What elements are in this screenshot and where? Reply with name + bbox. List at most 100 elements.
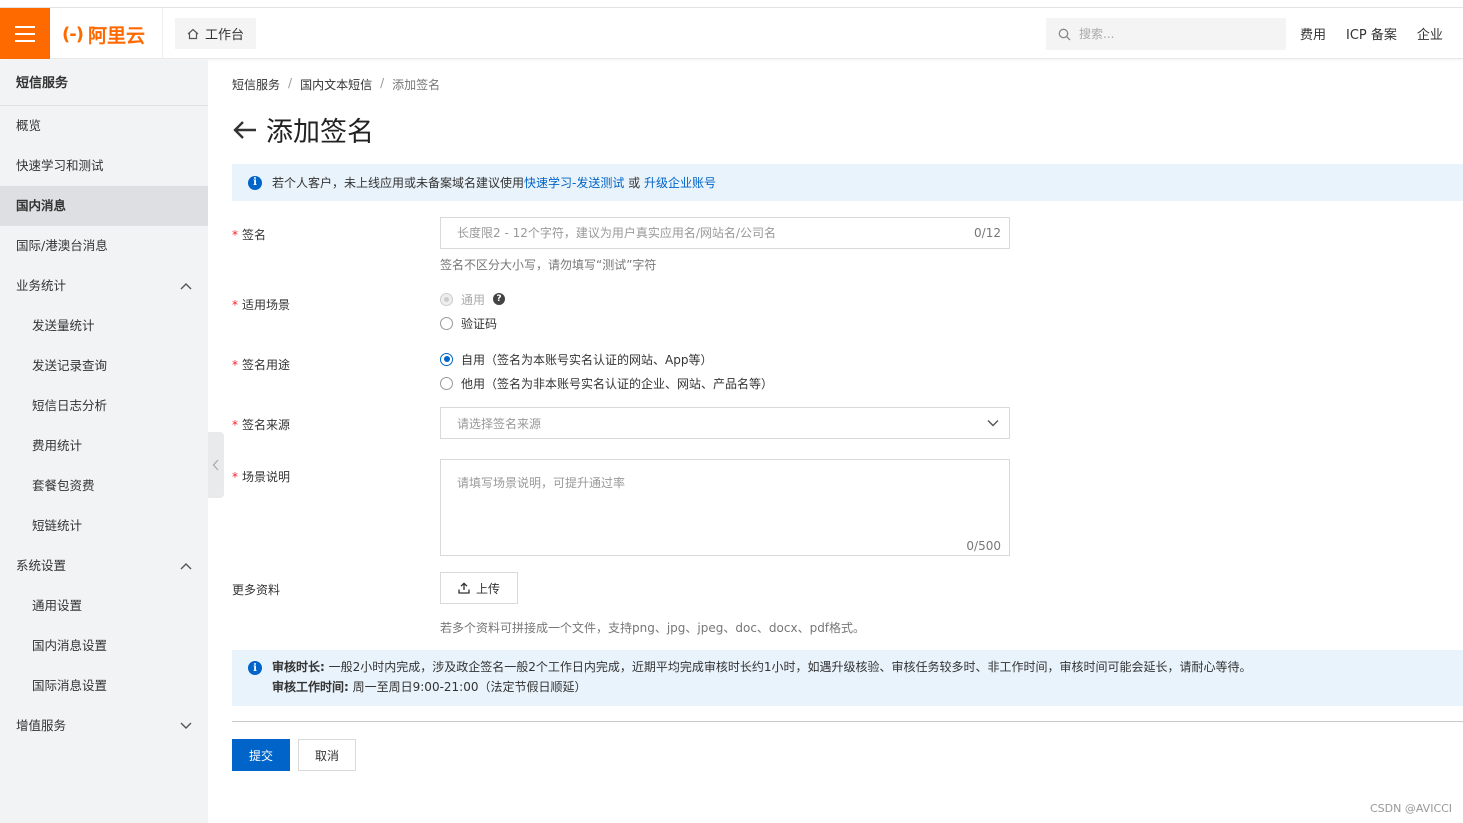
scene-desc-field: 0/500 <box>440 459 1010 556</box>
breadcrumb-separator: / <box>288 76 293 90</box>
required-mark: * <box>232 358 238 372</box>
source-label: * 签名来源 <box>232 416 290 433</box>
scene-desc-label-text: 场景说明 <box>242 470 291 484</box>
notice-or: 或 <box>624 176 644 190</box>
purpose-option-label: 他用（签名为非本账号实名认证的企业、网站、产品名等） <box>461 376 774 391</box>
scene-option-verify[interactable]: 验证码 <box>440 313 505 333</box>
signature-input[interactable] <box>457 226 975 240</box>
sidebar-item-overview[interactable]: 概览 <box>0 106 208 146</box>
sidebar-item-log-analysis[interactable]: 短信日志分析 <box>0 386 208 426</box>
sidebar-group-statistics[interactable]: 业务统计 <box>0 266 208 306</box>
radio-other-use[interactable] <box>440 376 453 390</box>
header-link-icp[interactable]: ICP 备案 <box>1346 24 1397 43</box>
search-box[interactable] <box>1046 18 1286 50</box>
sidebar-item-domestic[interactable]: 国内消息 <box>0 186 208 226</box>
source-field: 请选择签名来源 <box>440 407 1010 439</box>
sidebar-item-label: 短链统计 <box>32 518 83 533</box>
purpose-radio-group: 自用（签名为本账号实名认证的网站、App等） 他用（签名为非本账号实名认证的企业… <box>440 349 773 393</box>
aliyun-logo[interactable]: (-) 阿里云 <box>62 21 145 47</box>
scene-label: * 适用场景 <box>232 296 290 313</box>
workbench-label: 工作台 <box>204 28 244 43</box>
radio-general <box>440 292 453 306</box>
sidebar-collapse-handle[interactable] <box>208 432 224 498</box>
upload-label: 上传 <box>475 581 500 596</box>
sidebar-group-value-added[interactable]: 增值服务 <box>0 706 208 746</box>
chevron-left-icon <box>212 459 219 471</box>
sidebar-item-domestic-settings[interactable]: 国内消息设置 <box>0 626 208 666</box>
hamburger-menu-icon[interactable] <box>0 8 50 59</box>
header-links: 费用 ICP 备案 企业 <box>1300 8 1443 59</box>
more-label-text: 更多资料 <box>232 583 281 597</box>
sidebar-item-send-volume[interactable]: 发送量统计 <box>0 306 208 346</box>
sidebar-item-label: 费用统计 <box>32 438 83 453</box>
radio-verify-code[interactable] <box>440 316 453 330</box>
more-label: 更多资料 <box>232 581 280 598</box>
scene-desc-textarea[interactable] <box>441 460 1009 555</box>
page-title: 添加签名 <box>266 117 374 148</box>
info-icon: i <box>248 175 262 190</box>
back-arrow-icon[interactable] <box>232 119 258 141</box>
radio-self-use[interactable] <box>440 352 453 366</box>
sidebar-item-packages[interactable]: 套餐包资费 <box>0 466 208 506</box>
signature-label-text: 签名 <box>242 228 267 242</box>
upload-hint: 若多个资料可拼接成一个文件，支持png、jpg、jpeg、doc、docx、pd… <box>440 621 866 635</box>
purpose-option-label: 自用（签名为本账号实名认证的网站、App等） <box>461 352 713 367</box>
sidebar-item-label: 国内消息设置 <box>32 638 108 653</box>
review-duration-title: 审核时长: <box>272 660 325 674</box>
sidebar-item-send-records[interactable]: 发送记录查询 <box>0 346 208 386</box>
upgrade-enterprise-link[interactable]: 升级企业账号 <box>644 174 716 191</box>
purpose-option-other[interactable]: 他用（签名为非本账号实名认证的企业、网站、产品名等） <box>440 373 773 393</box>
review-hours-line: 审核工作时间: 周一至周日9:00-21:00（法定节假日顺延） <box>272 680 1252 694</box>
info-icon: i <box>248 661 262 675</box>
sidebar-item-label: 快速学习和测试 <box>16 158 104 173</box>
browser-top-strip <box>0 0 1463 8</box>
search-input[interactable] <box>1079 27 1259 41</box>
header-link-fees[interactable]: 费用 <box>1300 24 1326 43</box>
quick-learn-link[interactable]: 快速学习-发送测试 <box>524 174 624 191</box>
sidebar-item-label: 发送量统计 <box>32 318 95 333</box>
purpose-option-self[interactable]: 自用（签名为本账号实名认证的网站、App等） <box>440 349 773 369</box>
sidebar-item-label: 业务统计 <box>16 278 67 293</box>
sidebar-item-international-settings[interactable]: 国际消息设置 <box>0 666 208 706</box>
review-notice-lines: 审核时长: 一般2小时内完成，涉及政企签名一般2个工作日内完成，近期平均完成审核… <box>272 660 1252 694</box>
top-header: (-) 阿里云 工作台 费用 ICP 备案 企业 <box>0 8 1463 59</box>
search-icon <box>1058 28 1071 40</box>
signature-counter: 0/12 <box>974 226 1001 240</box>
sidebar-item-shortlink-stats[interactable]: 短链统计 <box>0 506 208 546</box>
breadcrumb-item[interactable]: 国内文本短信 <box>300 76 372 93</box>
review-duration-line: 审核时长: 一般2小时内完成，涉及政企签名一般2个工作日内完成，近期平均完成审核… <box>272 660 1252 674</box>
required-mark: * <box>232 418 238 432</box>
watermark: CSDN @AVICCI <box>1370 802 1453 815</box>
home-icon <box>187 28 199 39</box>
signature-hint: 签名不区分大小写，请勿填写“测试”字符 <box>440 258 657 272</box>
help-icon[interactable]: ? <box>493 293 506 305</box>
sidebar-item-label: 概览 <box>16 118 42 133</box>
sidebar-item-quick-learn[interactable]: 快速学习和测试 <box>0 146 208 186</box>
breadcrumb-current: 添加签名 <box>392 78 441 92</box>
sidebar-group-settings[interactable]: 系统设置 <box>0 546 208 586</box>
workbench-button[interactable]: 工作台 <box>175 18 256 49</box>
source-select[interactable]: 请选择签名来源 <box>440 407 1010 439</box>
sidebar-item-label: 短信日志分析 <box>32 398 108 413</box>
breadcrumb-item[interactable]: 短信服务 <box>232 76 280 93</box>
source-select-placeholder: 请选择签名来源 <box>457 416 542 431</box>
sidebar-item-label: 国内消息 <box>16 198 67 213</box>
upload-button[interactable]: 上传 <box>440 572 518 604</box>
purpose-label-text: 签名用途 <box>242 358 291 372</box>
sidebar-item-label: 套餐包资费 <box>32 478 95 493</box>
scene-desc-counter: 0/500 <box>966 539 1001 553</box>
header-link-enterprise[interactable]: 企业 <box>1417 24 1443 43</box>
review-hours-title: 审核工作时间: <box>272 680 349 694</box>
signature-label: * 签名 <box>232 226 266 243</box>
cancel-button[interactable]: 取消 <box>298 739 356 771</box>
sidebar-item-general-settings[interactable]: 通用设置 <box>0 586 208 626</box>
sidebar-title: 短信服务 <box>0 60 208 106</box>
sidebar-item-label: 通用设置 <box>32 598 83 613</box>
sidebar-item-fee-stats[interactable]: 费用统计 <box>0 426 208 466</box>
submit-button[interactable]: 提交 <box>232 739 290 771</box>
scene-option-label: 验证码 <box>461 316 498 331</box>
purpose-label: * 签名用途 <box>232 356 290 373</box>
sidebar-item-international[interactable]: 国际/港澳台消息 <box>0 226 208 266</box>
logo-text: 阿里云 <box>87 24 145 47</box>
required-mark: * <box>232 298 238 312</box>
